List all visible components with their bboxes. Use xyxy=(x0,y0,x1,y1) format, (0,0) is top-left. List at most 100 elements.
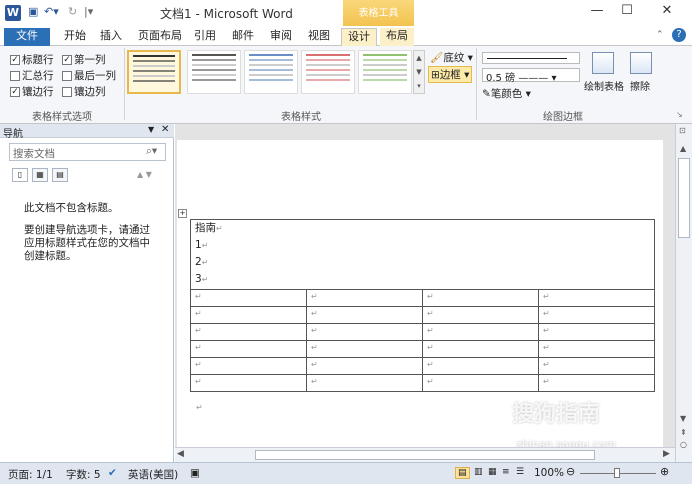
macro-icon[interactable]: ▣ xyxy=(190,467,200,479)
nav-tab-pages[interactable]: ▦ xyxy=(32,168,48,182)
table-style-tile[interactable] xyxy=(127,50,181,94)
eraser-icon[interactable] xyxy=(630,52,652,74)
scroll-left-icon[interactable]: ◀ xyxy=(177,449,184,459)
table-cell[interactable]: ↵ xyxy=(190,374,307,392)
table-cell[interactable]: ↵ xyxy=(538,357,655,375)
ruler-toggle-icon[interactable]: ⊡ xyxy=(679,126,686,135)
tab-references[interactable]: 引用 xyxy=(188,28,222,46)
table-style-tile[interactable] xyxy=(187,50,241,94)
nav-close-icon[interactable]: ✕ xyxy=(161,124,169,135)
table-move-handle-icon[interactable]: + xyxy=(178,209,187,218)
scroll-thumb[interactable] xyxy=(678,158,690,238)
full-screen-view-icon[interactable]: ▥ xyxy=(474,467,483,477)
table-cell[interactable]: ↵ xyxy=(306,374,423,392)
table-cell[interactable]: ↵ xyxy=(538,306,655,324)
line-style-dropdown[interactable] xyxy=(482,52,580,64)
proofing-icon[interactable]: ✔ xyxy=(108,467,117,479)
table-cell[interactable]: ↵ xyxy=(422,374,539,392)
redo-icon[interactable]: ↻ xyxy=(68,5,77,18)
nav-menu-icon[interactable]: ▼ xyxy=(148,125,154,134)
table-cell[interactable]: ↵ xyxy=(306,289,423,307)
table-cell[interactable]: ↵ xyxy=(422,323,539,341)
table-cell[interactable]: ↵ xyxy=(538,374,655,392)
prev-page-icon[interactable]: ⇞ xyxy=(680,428,687,437)
table-cell[interactable]: ↵ xyxy=(190,306,307,324)
line-weight-dropdown[interactable]: 0.5 磅 ——— ▾ xyxy=(482,68,580,84)
scroll-down-icon[interactable]: ▼ xyxy=(680,414,686,423)
shading-button[interactable]: 🖌底纹 ▾ xyxy=(430,50,473,65)
word-logo-icon[interactable]: W xyxy=(5,5,21,21)
nav-tab-headings[interactable]: ▯ xyxy=(12,168,28,182)
search-icon[interactable]: ⌕▾ xyxy=(146,145,157,158)
print-layout-view-icon[interactable]: ▤ xyxy=(455,467,470,479)
table-row[interactable]: ↵ ↵ ↵ ↵ xyxy=(190,289,655,307)
table-cell[interactable]: ↵ xyxy=(422,289,539,307)
web-layout-view-icon[interactable]: ▦ xyxy=(488,467,497,477)
draw-table-button[interactable]: 绘制表格 xyxy=(584,78,624,93)
table-cell[interactable]: ↵ xyxy=(538,323,655,341)
table-style-tile[interactable] xyxy=(358,50,412,94)
table-cell[interactable]: ↵ xyxy=(422,340,539,358)
table-cell[interactable]: ↵ xyxy=(190,357,307,375)
document-table[interactable]: 指南↵ 1↵ 2↵ 3↵ ↵ ↵ ↵ ↵ ↵ ↵ ↵ ↵ ↵ ↵ ↵ ↵ ↵ ↵ ↵ ↵ ↵ ↵ ↵ ↵ ↵ ↵ ↵ ↵ xyxy=(190,219,655,392)
browse-object-icon[interactable]: ○ xyxy=(680,440,687,449)
table-cell[interactable]: ↵ xyxy=(190,289,307,307)
draft-view-icon[interactable]: ☰ xyxy=(516,467,524,477)
h-scroll-thumb[interactable] xyxy=(255,450,595,460)
table-row[interactable]: ↵ ↵ ↵ ↵ xyxy=(190,357,655,375)
table-cell[interactable]: ↵ xyxy=(538,289,655,307)
zoom-slider-thumb[interactable] xyxy=(614,468,620,478)
gallery-scroll[interactable]: ▲ ▼ ▾ xyxy=(413,50,425,94)
table-row[interactable]: 指南↵ 1↵ 2↵ 3↵ xyxy=(190,219,655,290)
draw-table-icon[interactable] xyxy=(592,52,614,74)
nav-search-input[interactable]: 搜索文档 ⌕▾ xyxy=(9,143,166,161)
zoom-level[interactable]: 100% xyxy=(534,467,564,479)
checkbox-header-row[interactable]: ✓ 标题行 xyxy=(10,52,54,67)
pen-color-button[interactable]: ✎笔颜色 ▾ xyxy=(482,86,531,101)
help-icon[interactable]: ? xyxy=(672,28,686,42)
table-cell[interactable]: ↵ xyxy=(422,306,539,324)
tab-design[interactable]: 设计 xyxy=(341,28,377,47)
table-cell[interactable]: ↵ xyxy=(538,340,655,358)
vertical-scrollbar[interactable]: ⊡ ▲ ▼ ⇞ ○ xyxy=(675,124,692,462)
checkbox-last-column[interactable]: 最后一列 xyxy=(62,68,116,83)
table-style-tile[interactable] xyxy=(244,50,298,94)
scroll-up-icon[interactable]: ▲ xyxy=(680,144,686,153)
table-row[interactable]: ↵ ↵ ↵ ↵ xyxy=(190,306,655,324)
tab-view[interactable]: 视图 xyxy=(302,28,336,46)
tab-home[interactable]: 开始 xyxy=(58,28,92,46)
checkbox-total-row[interactable]: 汇总行 xyxy=(10,68,54,83)
language[interactable]: 英语(美国) xyxy=(128,467,178,482)
minimize-button[interactable]: — xyxy=(582,3,612,18)
horizontal-scrollbar[interactable]: ◀ ▶ xyxy=(175,447,675,462)
collapse-ribbon-icon[interactable]: ⌃ xyxy=(656,30,664,40)
save-icon[interactable]: ▣ xyxy=(28,5,38,18)
zoom-out-icon[interactable]: ⊖ xyxy=(566,465,575,478)
undo-icon[interactable]: ↶▾ xyxy=(44,5,59,18)
table-row[interactable]: ↵ ↵ ↵ ↵ xyxy=(190,323,655,341)
table-row[interactable]: ↵ ↵ ↵ ↵ xyxy=(190,340,655,358)
nav-prev-icon[interactable]: ▲ ▼ xyxy=(137,170,152,179)
eraser-button[interactable]: 擦除 xyxy=(630,78,650,93)
checkbox-first-column[interactable]: ✓ 第一列 xyxy=(62,52,106,67)
zoom-in-icon[interactable]: ⊕ xyxy=(660,465,669,478)
table-cell[interactable]: ↵ xyxy=(422,357,539,375)
tab-insert[interactable]: 插入 xyxy=(94,28,128,46)
table-cell[interactable]: ↵ xyxy=(306,306,423,324)
scroll-right-icon[interactable]: ▶ xyxy=(663,449,670,459)
tab-layout[interactable]: 布局 xyxy=(380,28,414,46)
table-cell[interactable]: ↵ xyxy=(306,357,423,375)
nav-tab-results[interactable]: ▤ xyxy=(52,168,68,182)
table-style-tile[interactable] xyxy=(301,50,355,94)
table-cell[interactable]: ↵ xyxy=(306,340,423,358)
maximize-button[interactable]: ☐ xyxy=(612,3,642,18)
borders-button[interactable]: ⊞边框 ▾ xyxy=(428,66,473,83)
dialog-launcher-icon[interactable]: ↘ xyxy=(676,110,683,119)
tab-page-layout[interactable]: 页面布局 xyxy=(132,28,188,46)
checkbox-banded-columns[interactable]: 镶边列 xyxy=(62,84,106,99)
table-cell[interactable]: ↵ xyxy=(190,323,307,341)
table-cell[interactable]: ↵ xyxy=(306,323,423,341)
tab-file[interactable]: 文件 xyxy=(4,28,50,46)
tab-mailings[interactable]: 邮件 xyxy=(226,28,260,46)
close-button[interactable]: ✕ xyxy=(652,3,682,18)
